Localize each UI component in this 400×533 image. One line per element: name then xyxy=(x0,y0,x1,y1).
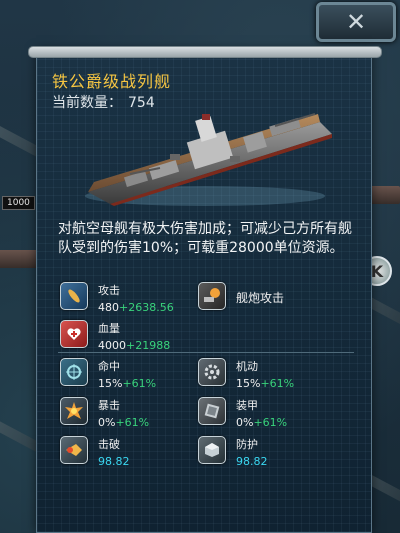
shield-cube-icon xyxy=(198,436,226,464)
pierce-icon xyxy=(60,436,88,464)
ship-description: 对航空母舰有极大伤害加成；可减少己方所有舰队受到的伤害10%；可载重28000单… xyxy=(58,221,352,256)
close-icon: ✕ xyxy=(345,8,367,36)
stat-defense-label: 防护 xyxy=(236,438,258,451)
stat-pierce-value: 98.82 xyxy=(98,455,130,468)
armor-plate-icon xyxy=(198,397,226,425)
attack-icon xyxy=(60,282,88,310)
stat-hp-value: 4000+21988 xyxy=(98,339,171,352)
scroll-rod xyxy=(28,46,382,58)
stat-hp: 血量 4000+21988 xyxy=(60,320,170,352)
battleship-image xyxy=(85,113,332,206)
stat-armor: 装甲 0%+61% xyxy=(198,397,287,429)
stat-mobility-value: 15%+61% xyxy=(236,377,295,390)
stat-pierce-label: 击破 xyxy=(98,438,120,451)
gear-icon xyxy=(198,358,226,386)
close-button[interactable]: ✕ xyxy=(316,2,396,42)
stat-armor-label: 装甲 xyxy=(236,399,258,412)
stat-pierce: 击破 98.82 xyxy=(60,436,130,468)
stat-hit: 命中 15%+61% xyxy=(60,358,156,390)
crosshair-icon xyxy=(60,358,88,386)
stat-attack: 攻击 480+2638.56 xyxy=(60,282,174,314)
stat-hp-label: 血量 xyxy=(98,322,120,335)
stat-mobility: 机动 15%+61% xyxy=(198,358,294,390)
stat-crit: 暴击 0%+61% xyxy=(60,397,149,429)
ship-title: 铁公爵级战列舰 xyxy=(52,72,172,91)
background-ship[interactable] xyxy=(0,250,38,268)
stat-armor-value: 0%+61% xyxy=(236,416,288,429)
stat-hit-value: 15%+61% xyxy=(98,377,157,390)
stat-attack-value: 480+2638.56 xyxy=(98,301,174,314)
stat-defense-value: 98.82 xyxy=(236,455,268,468)
stat-attack-label: 攻击 xyxy=(98,284,120,297)
stat-crit-label: 暴击 xyxy=(98,399,120,412)
stat-defense: 防护 98.82 xyxy=(198,436,268,468)
stat-weapon-label: 舰炮攻击 xyxy=(236,291,285,305)
background-ship-tag: 1000 xyxy=(2,196,35,210)
explosion-icon xyxy=(60,397,88,425)
heart-plus-icon xyxy=(60,320,88,348)
stat-hit-label: 命中 xyxy=(98,360,120,373)
stat-mobility-label: 机动 xyxy=(236,360,258,373)
stats-divider xyxy=(58,352,354,353)
cannon-icon xyxy=(198,282,226,310)
stat-weapon: 舰炮攻击 xyxy=(198,282,284,310)
stat-crit-value: 0%+61% xyxy=(98,416,150,429)
